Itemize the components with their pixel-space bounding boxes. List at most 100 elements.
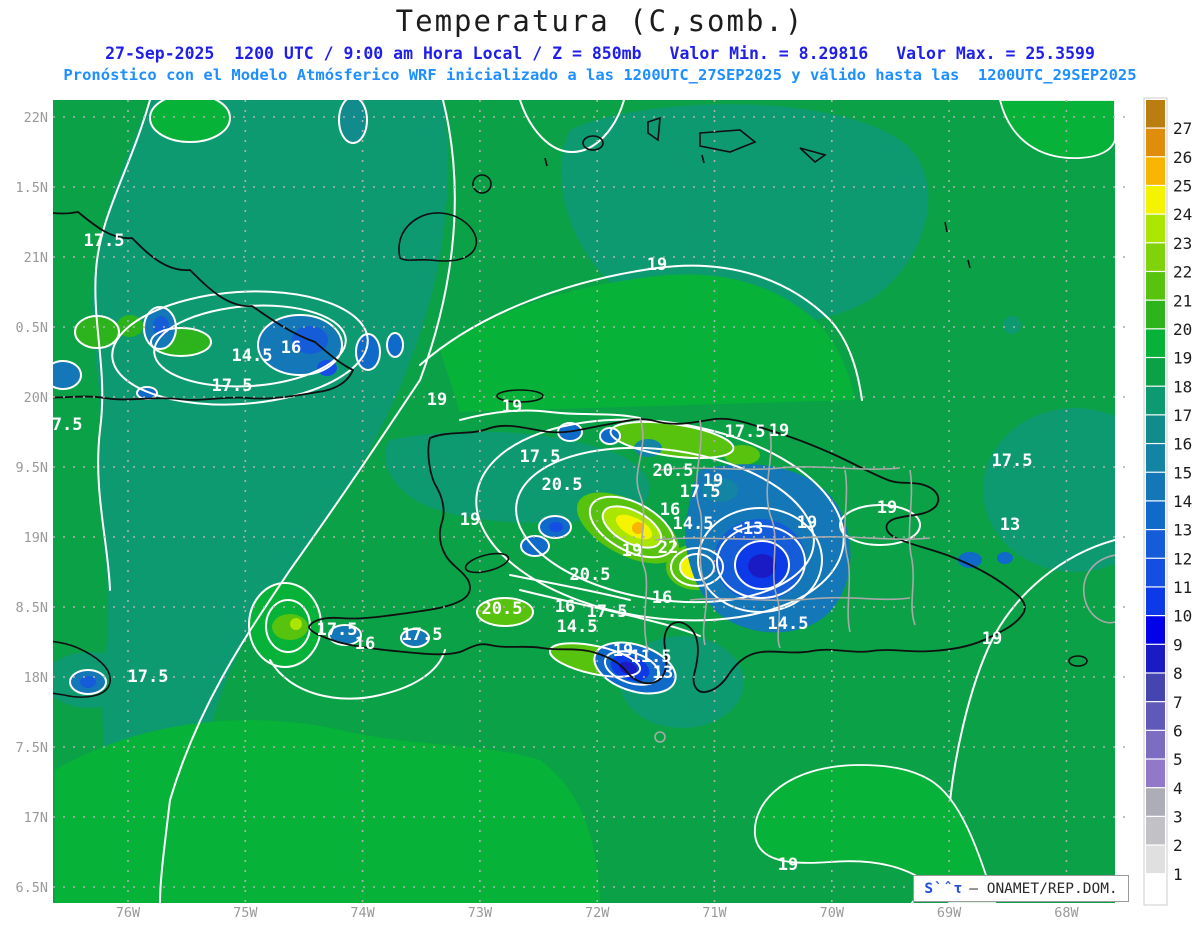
lat-tick-label: 7.5N [15, 740, 48, 756]
colorbar-cell [1146, 186, 1165, 214]
colorbar-cell [1146, 587, 1165, 616]
onamet-credit-text: – ONAMET/REP.DOM. [969, 880, 1118, 897]
contour-value-label: 16 [555, 597, 575, 617]
colorbar-cell [1146, 415, 1165, 443]
colorbar-tick-label: 11 [1173, 578, 1192, 597]
lon-tick-label: 73W [468, 905, 493, 921]
colorbar-cell [1146, 759, 1165, 788]
lat-tick-label: 0.5N [15, 320, 48, 336]
colorbar-cell [1146, 644, 1165, 673]
colorbar-tick-label: 22 [1173, 263, 1192, 282]
colorbar-cell [1146, 530, 1165, 558]
colorbar-cell [1146, 300, 1165, 329]
colorbar-cell [1146, 816, 1165, 845]
contour-value-label: 14.5 [557, 617, 598, 637]
lon-tick-label: 71W [702, 905, 727, 921]
temperature-map: 17.514.5 1617.517.517.517.516 17.51919 1917… [15, 97, 1192, 921]
contour-value-label: <13 [733, 519, 764, 539]
lat-tick-label: 9.5N [15, 460, 48, 476]
lat-tick-label: 22N [24, 110, 48, 126]
contour-value-label: 17.5 [402, 625, 443, 645]
contour-value-label: 19 [778, 855, 798, 875]
contour-value-label: 19 [797, 513, 817, 533]
contour-value-label: 16 [281, 338, 301, 358]
lon-tick-label: 75W [233, 905, 258, 921]
colorbar-cell [1146, 501, 1165, 529]
colorbar-tick-label: 19 [1173, 349, 1192, 368]
colorbar-cell [1146, 558, 1165, 587]
colorbar-cell [1146, 616, 1165, 644]
colorbar-tick-label: 25 [1173, 177, 1192, 196]
contour-value-label: 19 [622, 541, 642, 561]
contour-value-label: 20.5 [482, 599, 523, 619]
colorbar-cell [1146, 845, 1165, 874]
colorbar-tick-label: 5 [1173, 750, 1183, 769]
colorbar-cell [1146, 243, 1165, 271]
colorbar-cell [1146, 329, 1165, 357]
contour-value-label: 19 [460, 510, 480, 530]
onamet-logo: S`ˆτ [924, 880, 964, 897]
lat-tick-label: 1.5N [15, 180, 48, 196]
lon-tick-label: 72W [585, 905, 610, 921]
weather-map-page: Temperatura (C,somb.) 27-Sep-2025 1200 U… [0, 0, 1200, 927]
lon-tick-label: 70W [820, 905, 845, 921]
colorbar-cell [1146, 730, 1165, 759]
contour-value-label: 17.5 [212, 376, 253, 396]
contour-value-label: 19 [427, 390, 447, 410]
lat-tick-label: 17N [24, 810, 48, 826]
contour-value-label: 14.5 [768, 614, 809, 634]
colorbar-cell [1146, 702, 1165, 730]
contour-value-label: 20.5 [570, 565, 611, 585]
contour-value-label: 22 [658, 538, 678, 558]
colorbar-tick-label: 15 [1173, 463, 1192, 482]
colorbar-cell [1146, 788, 1165, 816]
contour-value-label: 17.5 [84, 231, 125, 251]
shaded-field [53, 100, 1115, 903]
colorbar-tick-label: 21 [1173, 291, 1192, 310]
colorbar-cell [1146, 157, 1165, 185]
contour-value-label: 13 [653, 663, 673, 683]
colorbar-cell [1146, 874, 1165, 902]
lat-tick-label: 6.5N [15, 880, 48, 896]
lon-tick-label: 74W [350, 905, 375, 921]
contour-value-label: 17.5 [680, 482, 721, 502]
contour-value-label: 20.5 [653, 461, 694, 481]
colorbar-tick-label: 14 [1173, 492, 1192, 511]
contour-value-label: 14.5 [673, 514, 714, 534]
colorbar-tick-label: 4 [1173, 779, 1183, 798]
contour-value-label: 16 [652, 588, 672, 608]
colorbar-tick-label: 17 [1173, 406, 1192, 425]
contour-value-label: 19 [877, 498, 897, 518]
contour-value-label: 19 [502, 397, 522, 417]
lon-tick-label: 69W [937, 905, 962, 921]
colorbar-tick-label: 23 [1173, 234, 1192, 253]
colorbar-tick-label: 24 [1173, 205, 1192, 224]
colorbar-tick-label: 9 [1173, 635, 1183, 654]
colorbar-tick-label: 20 [1173, 320, 1192, 339]
contour-value-label: 17.5 [992, 451, 1033, 471]
colorbar-tick-label: 27 [1173, 119, 1192, 138]
colorbar-cell [1146, 128, 1165, 157]
colorbar-tick-label: 7 [1173, 693, 1183, 712]
onamet-credit-box: S`ˆτ – ONAMET/REP.DOM. [913, 875, 1129, 902]
colorbar-tick-label: 18 [1173, 377, 1192, 396]
contour-value-label: 14.5 [232, 346, 273, 366]
colorbar-cell [1146, 100, 1165, 128]
colorbar-tick-label: 10 [1173, 607, 1192, 626]
contour-value-label: 17.5 [128, 667, 169, 687]
lon-tick-label: 68W [1054, 905, 1079, 921]
colorbar: 1234567891011121314151617181920212223242… [1143, 97, 1192, 906]
contour-value-label: 19 [647, 255, 667, 275]
contour-value-label: 17.5 [42, 415, 83, 435]
contour-value-label: 17.5 [725, 422, 766, 442]
lat-tick-label: 21N [24, 250, 48, 266]
contour-value-label: 16 [355, 634, 375, 654]
lat-tick-label: 19N [24, 530, 48, 546]
colorbar-tick-label: 2 [1173, 836, 1183, 855]
lat-tick-label: 8.5N [15, 600, 48, 616]
lon-tick-label: 76W [116, 905, 141, 921]
contour-value-label: 13 [1000, 515, 1020, 535]
colorbar-tick-label: 16 [1173, 435, 1192, 454]
colorbar-cell [1146, 673, 1165, 702]
lat-tick-label: 18N [24, 670, 48, 686]
